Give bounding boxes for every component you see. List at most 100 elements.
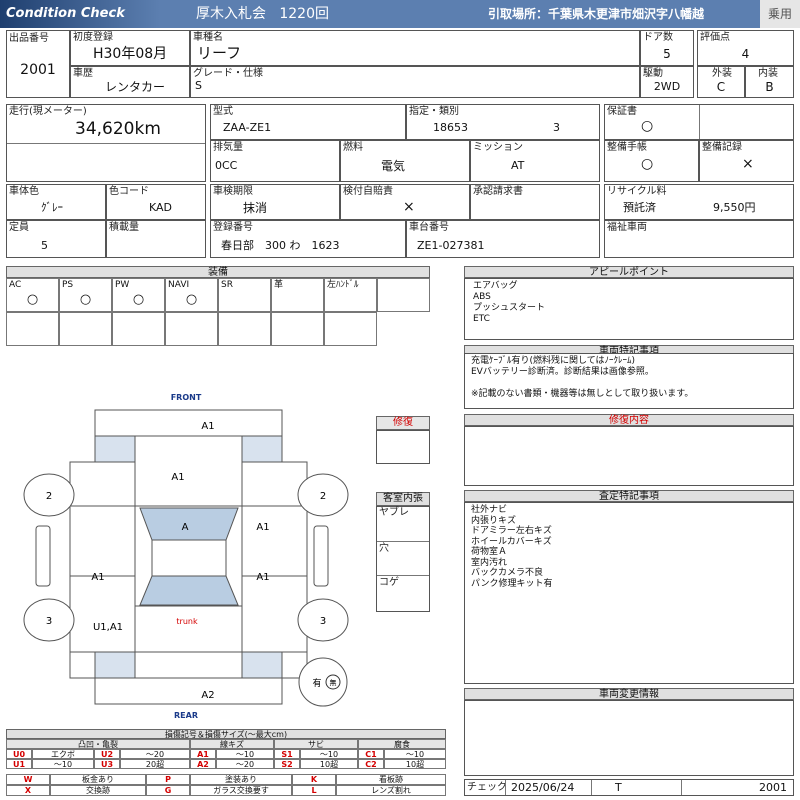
legend-code: S2	[274, 759, 300, 769]
mission-box: ミッション AT	[470, 140, 600, 182]
mark-front-bumper: A1	[201, 421, 214, 432]
legend-desc: 〜10	[216, 749, 274, 759]
right-mirror	[313, 525, 329, 587]
repair-content-box	[464, 426, 794, 486]
assess-line: バックカメラ不良	[471, 568, 544, 578]
front-right-corner	[241, 435, 283, 463]
equipment-name: NAVI	[168, 280, 190, 290]
assess-line: ホイールカバーキズ	[471, 536, 552, 547]
special-line	[471, 378, 693, 389]
mark-tire-front-left: 2	[46, 491, 52, 502]
interior-box: 内装 B	[745, 66, 794, 98]
score-label: 評価点	[700, 32, 730, 43]
displacement-value: 0CC	[215, 159, 238, 172]
approval-label: 承認請求書	[473, 186, 523, 197]
designation-box: 指定・類別 18653 3	[406, 104, 600, 140]
welfare-label: 福祉車両	[607, 222, 647, 233]
mark-right-front-door: A1	[256, 522, 269, 533]
equipment-empty-cell	[218, 312, 271, 346]
check-date: 2025/06/24	[511, 781, 575, 794]
displacement-box: 排気量 0CC	[210, 140, 340, 182]
category-number: 3	[553, 121, 560, 134]
legend-desc: エクボ	[32, 749, 94, 759]
equipment-spare-cell	[377, 278, 430, 312]
history-value: レンタカー	[105, 80, 166, 94]
legend-header: サビ	[274, 739, 358, 749]
legend-code: G	[146, 785, 190, 796]
equipment-item: PS ○	[59, 278, 112, 312]
legend-header: 腐食	[358, 739, 446, 749]
assess-line: ドアミラー左右キズ	[471, 526, 552, 536]
equipment-item: PW ○	[112, 278, 165, 312]
left-front-door	[69, 505, 136, 577]
mark-rear-bumper: A2	[201, 690, 214, 701]
legend-code: W	[6, 774, 50, 785]
insurance-value: ×	[403, 199, 415, 215]
assess-list: 社外ナビ 内張りキズ ドアミラー左右キズ ホイールカバーキズ 荷物室Ａ 室内汚れ バックカメ…	[471, 505, 552, 589]
repair-box	[376, 430, 430, 464]
designation-value: 18653	[433, 121, 468, 134]
legend-code: A1	[190, 749, 216, 759]
legend-desc: レンズ割れ	[336, 785, 446, 796]
legend-code: X	[6, 785, 50, 796]
chassis-label: 車台番号	[409, 222, 449, 233]
recycle-fee: 9,550円	[713, 201, 756, 214]
interior-item-burn: コゲ	[379, 577, 399, 588]
assess-line: 室内汚れ	[471, 557, 508, 568]
color-code-value: KAD	[149, 201, 173, 214]
equipment-empty-cell	[324, 312, 377, 346]
equipment-name: SR	[221, 280, 233, 290]
mark-left-quarter: U1,A1	[93, 622, 123, 633]
legend-code: U2	[94, 749, 120, 759]
equipment-name: PW	[115, 280, 130, 290]
mileage-label: 走行(現メーター)	[9, 106, 87, 117]
grade-label: グレード・仕様	[193, 68, 263, 79]
maintenance-record-box: 整備記録 ×	[699, 140, 794, 182]
left-rear-door	[69, 575, 136, 653]
roof-panel	[151, 539, 227, 577]
special-line: 充電ｹｰﾌﾞﾙ有り(燃料残に関してはﾉｰｸﾚｰﾑ)	[471, 356, 636, 366]
appeal-box: エアバッグ ABS プッシュスタート ETC	[464, 278, 794, 340]
check-footer: チェック 2025/06/24 T 2001	[464, 779, 794, 796]
mark-hood: A1	[171, 472, 184, 483]
assess-box: 社外ナビ 内張りキズ ドアミラー左右キズ ホイールカバーキズ 荷物室Ａ 室内汚れ バックカメ…	[464, 502, 794, 684]
recycle-label: リサイクル料	[607, 186, 667, 197]
appeal-line: プッシュスタート	[473, 303, 546, 313]
capacity-box: 定員 5	[6, 220, 106, 258]
insurance-label: 検付自賠責	[343, 186, 393, 197]
plate-label: 登録番号	[213, 222, 253, 233]
equipment-item: 左ﾊﾝﾄﾞﾙ	[324, 278, 377, 312]
rear-bumper	[94, 677, 283, 705]
designation-label: 指定・類別	[409, 106, 459, 117]
drive-label: 駆動	[643, 68, 663, 79]
mark-left-rear-door: A1	[91, 572, 104, 583]
change-title: 車両変更情報	[464, 688, 794, 700]
left-mirror	[35, 525, 51, 587]
plate-value: 春日部 300 わ 1623	[221, 239, 340, 252]
first-reg-box: 初度登録 H30年08月	[70, 30, 190, 66]
check-divider-2	[591, 780, 592, 795]
right-fender	[241, 461, 308, 507]
legend-header: 凸凹・亀裂	[6, 739, 190, 749]
appeal-title: アピールポイント	[464, 266, 794, 278]
rear-window	[139, 575, 239, 606]
first-reg-value: H30年08月	[93, 46, 168, 62]
grade-value: S	[195, 79, 202, 92]
special-line: ※記載のない書類・機器等は無しとして取り扱います。	[471, 389, 694, 399]
lot-box: 出品番号 2001	[6, 30, 70, 98]
body-color-label: 車体色	[9, 186, 39, 197]
front-left-corner	[94, 435, 136, 463]
interior-divider-2	[377, 575, 429, 576]
assess-title: 査定特記事項	[464, 490, 794, 502]
left-fender	[69, 461, 136, 507]
chassis-value: ZE1-027381	[417, 239, 485, 252]
right-front-door	[241, 505, 308, 577]
interior-item-tear: ヤブレ	[379, 507, 409, 518]
equipment-name: 左ﾊﾝﾄﾞﾙ	[327, 280, 359, 290]
equipment-empty-cell	[112, 312, 165, 346]
model-box: 車種名 リーフ	[190, 30, 640, 66]
session-number: 1220回	[279, 6, 329, 22]
drive-value: 2WD	[653, 80, 681, 93]
fuel-value: 電気	[381, 159, 406, 173]
interior-label: 内装	[758, 68, 778, 79]
